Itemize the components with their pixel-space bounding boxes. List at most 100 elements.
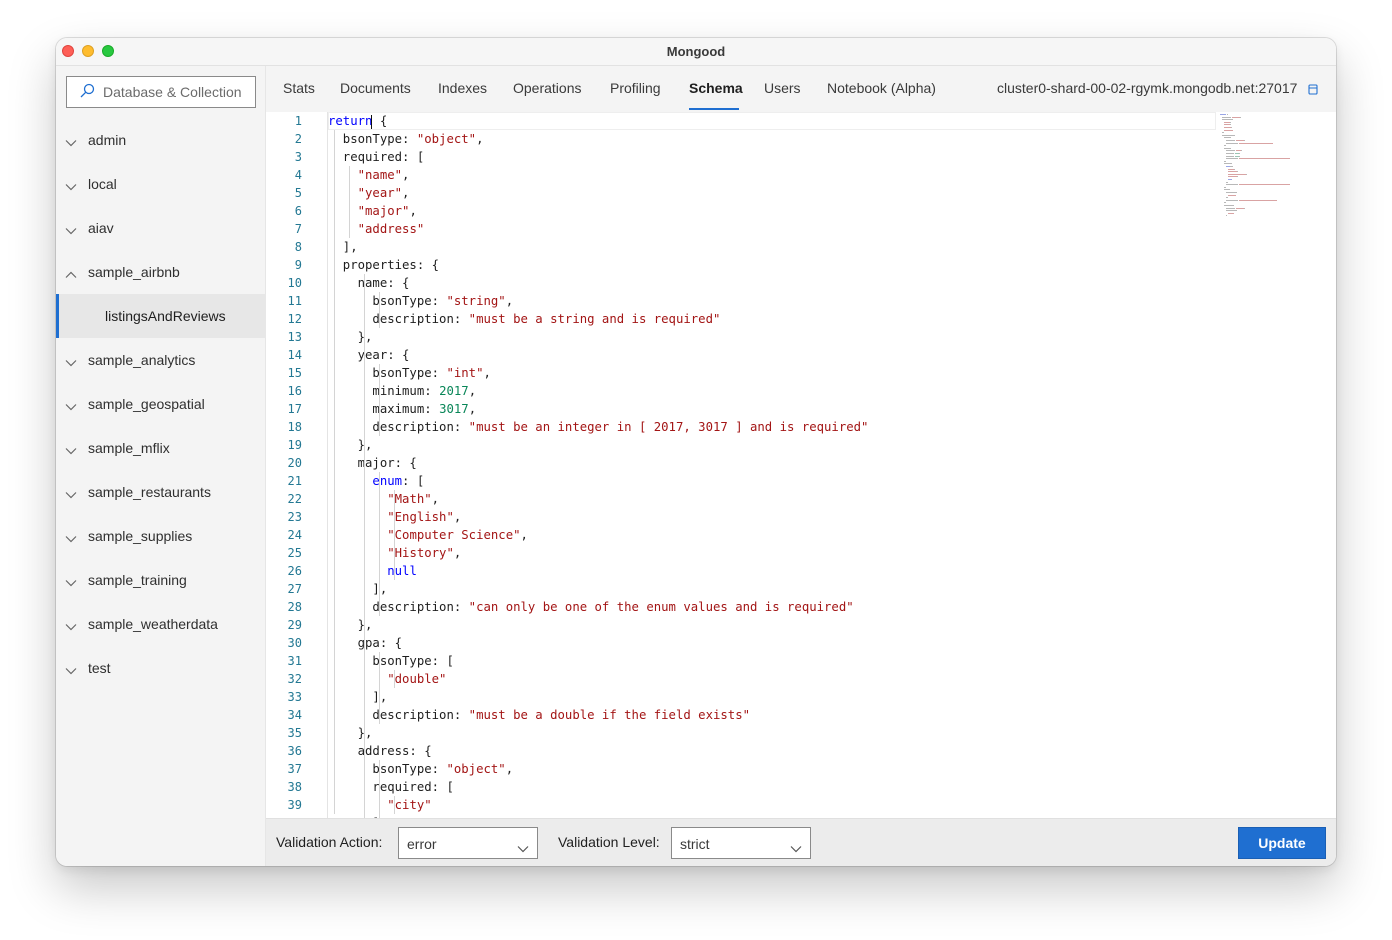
code-text: required: [	[328, 780, 454, 794]
sidebar-db-local[interactable]: local	[56, 162, 266, 206]
code-line[interactable]: return {	[328, 112, 387, 130]
chevron-down-icon[interactable]	[65, 442, 77, 458]
code-line[interactable]: enum: [	[328, 472, 424, 490]
code-string: "Computer Science"	[387, 528, 521, 542]
tab-notebook-alpha[interactable]: Notebook (Alpha)	[827, 80, 936, 96]
sidebar-db-sample-restaurants[interactable]: sample_restaurants	[56, 470, 266, 514]
code-line[interactable]: "Computer Science",	[328, 526, 528, 544]
code-line[interactable]: "double"	[328, 670, 446, 688]
code-line[interactable]: "year",	[328, 184, 410, 202]
indent-guide	[378, 760, 380, 818]
chevron-down-icon[interactable]	[65, 134, 77, 150]
tab-schema[interactable]: Schema	[689, 80, 743, 96]
sidebar-db-sample-airbnb[interactable]: sample_airbnb	[56, 250, 266, 294]
sidebar-db-label: sample_airbnb	[88, 264, 180, 280]
schema-editor[interactable]: 1 2 3 4 5 6 7 8 9 10 11 12 13 14 15 16 17 18 19 20 21 22 23 24 2…	[266, 112, 1336, 818]
code-line[interactable]: description: "must be a double if the fi…	[328, 706, 750, 724]
chevron-down-icon[interactable]	[65, 178, 77, 194]
minimap-line	[1224, 147, 1231, 149]
line-number: 7	[294, 222, 302, 236]
code-line[interactable]: bsonType: "object",	[328, 130, 484, 148]
line-number: 37	[287, 762, 302, 776]
minimap-line	[1222, 116, 1231, 118]
update-button[interactable]: Update	[1238, 827, 1326, 859]
sidebar-db-sample-supplies[interactable]: sample_supplies	[56, 514, 266, 558]
code-line[interactable]: required: [	[328, 148, 424, 166]
tab-stats[interactable]: Stats	[283, 80, 315, 96]
line-number: 14	[287, 348, 302, 362]
code-line[interactable]: maximum: 3017,	[328, 400, 476, 418]
minimap-line	[1239, 142, 1273, 144]
validation-action-label: Validation Action:	[276, 834, 383, 850]
code-string: "must be an integer in [ 2017, 3017 ] an…	[468, 420, 869, 434]
minimap-line	[1226, 210, 1237, 212]
minimap-line	[1226, 155, 1234, 157]
code-line[interactable]: bsonType: "int",	[328, 364, 491, 382]
minimap-line	[1232, 116, 1240, 118]
code-text: required: [	[328, 150, 425, 164]
minimap-line	[1226, 184, 1238, 186]
code-line[interactable]: ],	[328, 238, 358, 256]
minimap-line	[1228, 194, 1236, 196]
sidebar-db-sample-training[interactable]: sample_training	[56, 558, 266, 602]
sidebar-collection-item[interactable]: listingsAndReviews	[56, 294, 266, 338]
code-line[interactable]: minimum: 2017,	[328, 382, 476, 400]
code-line[interactable]: "name",	[328, 166, 410, 184]
code-line[interactable]: "address"	[328, 220, 425, 238]
code-line[interactable]: major: {	[328, 454, 417, 472]
tab-profiling[interactable]: Profiling	[610, 80, 661, 96]
code-text: ,	[453, 546, 462, 560]
code-line[interactable]: name: {	[328, 274, 410, 292]
code-line[interactable]: year: {	[328, 346, 410, 364]
sidebar-db-admin[interactable]: admin	[56, 118, 266, 162]
code-line[interactable]: description: "must be a string and is re…	[328, 310, 720, 328]
title-bar: Mongood	[56, 38, 1336, 66]
code-string: "object"	[416, 132, 477, 146]
chevron-down-icon[interactable]	[65, 222, 77, 238]
code-line[interactable]: description: "can only be one of the enu…	[328, 598, 853, 616]
sidebar-db-test[interactable]: test	[56, 646, 266, 690]
tab-operations[interactable]: Operations	[513, 80, 581, 96]
chevron-down-icon[interactable]	[65, 354, 77, 370]
code-line[interactable]: bsonType: [	[328, 652, 453, 670]
database-collection-button[interactable]: Database & Collection	[66, 76, 256, 108]
minimap-line	[1226, 192, 1237, 193]
sidebar-db-sample-analytics[interactable]: sample_analytics	[56, 338, 266, 382]
validation-action-select[interactable]: error	[398, 827, 538, 859]
chevron-down-icon[interactable]	[65, 398, 77, 414]
code-line[interactable]: required: [	[328, 778, 454, 796]
code-line[interactable]: address: {	[328, 742, 432, 760]
minimap-line	[1226, 158, 1238, 160]
chevron-up-icon[interactable]	[65, 266, 77, 282]
code-line[interactable]: null	[328, 562, 417, 580]
sidebar-db-sample-geospatial[interactable]: sample_geospatial	[56, 382, 266, 426]
chevron-down-icon[interactable]	[65, 662, 77, 678]
sidebar-db-aiav[interactable]: aiav	[56, 206, 266, 250]
chevron-down-icon[interactable]	[65, 574, 77, 590]
validation-level-select[interactable]: strict	[671, 827, 811, 859]
chevron-down-icon[interactable]	[65, 486, 77, 502]
code-line[interactable]: "Math",	[328, 490, 439, 508]
chevron-down-icon[interactable]	[65, 618, 77, 634]
sidebar-db-label: local	[88, 176, 117, 192]
code-line[interactable]: description: "must be an integer in [ 20…	[328, 418, 868, 436]
minimap[interactable]	[1220, 114, 1290, 218]
sidebar-db-sample-weatherdata[interactable]: sample_weatherdata	[56, 602, 266, 646]
code-line[interactable]: bsonType: "string",	[328, 292, 513, 310]
server-info-icon[interactable]	[1308, 82, 1318, 100]
chevron-down-icon[interactable]	[65, 530, 77, 546]
code-line[interactable]: "major",	[328, 202, 417, 220]
indent-guide	[378, 652, 380, 724]
search-icon	[79, 83, 103, 102]
tab-documents[interactable]: Documents	[340, 80, 411, 96]
line-number: 13	[287, 330, 302, 344]
minimap-line	[1239, 158, 1290, 160]
code-line[interactable]: bsonType: "object",	[328, 760, 513, 778]
indent-guide	[393, 670, 395, 688]
tab-users[interactable]: Users	[764, 80, 801, 96]
sidebar-db-sample-mflix[interactable]: sample_mflix	[56, 426, 266, 470]
code-line[interactable]: properties: {	[328, 256, 439, 274]
line-number: 30	[287, 636, 302, 650]
line-number: 1	[294, 114, 302, 128]
tab-indexes[interactable]: Indexes	[438, 80, 487, 96]
